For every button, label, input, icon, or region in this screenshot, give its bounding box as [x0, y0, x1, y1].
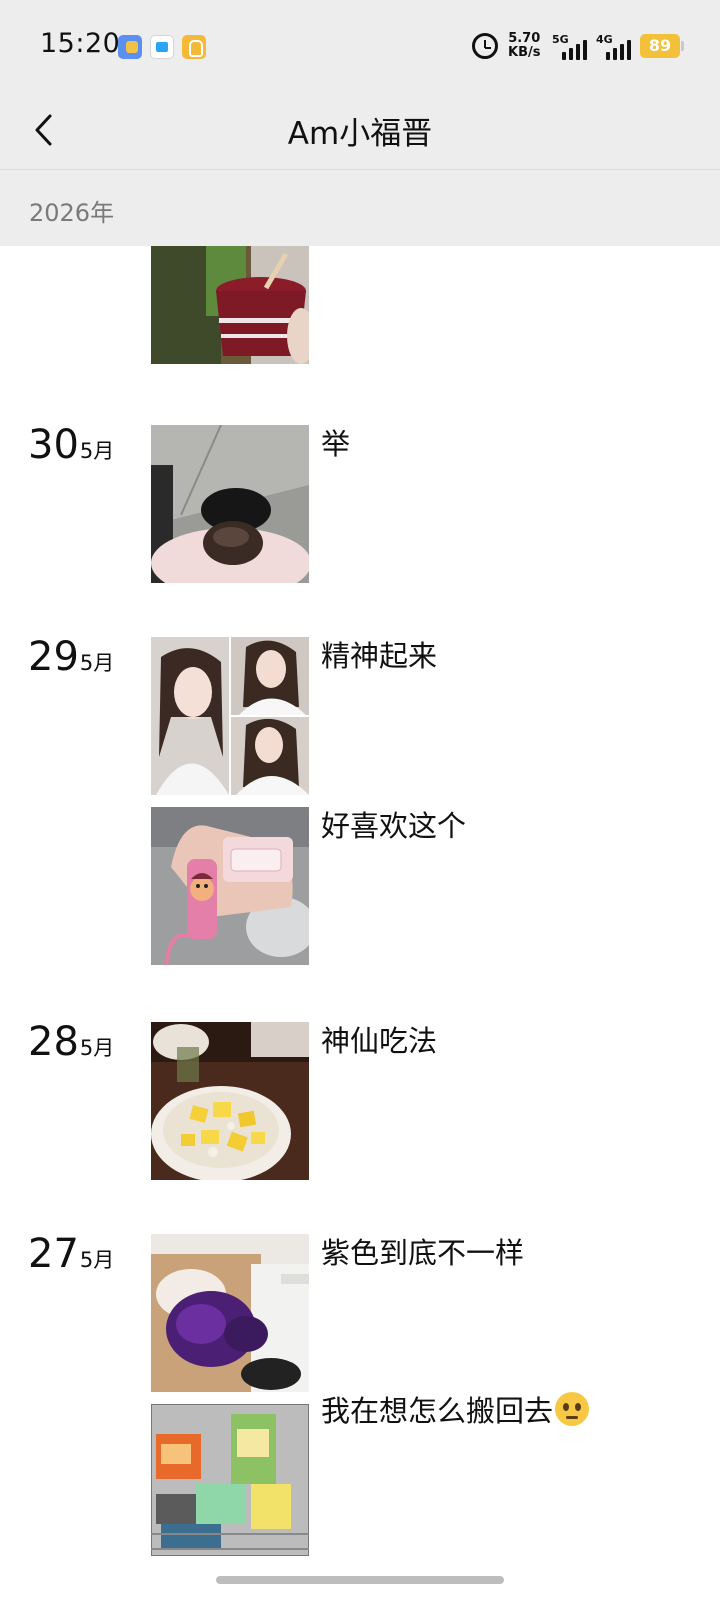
post-photo-purple-clothes[interactable]	[151, 1234, 309, 1392]
post-photo-pink-keychain[interactable]	[151, 807, 309, 965]
network-speed-unit: KB/s	[508, 45, 541, 60]
post-caption: 好喜欢这个	[321, 809, 467, 843]
post-day: 29	[28, 634, 79, 680]
page-title: Am小福晋	[287, 116, 433, 152]
post-caption: 举	[321, 427, 351, 461]
status-bar: 15:20 5.70 KB/s 5G 4G 89	[0, 0, 720, 92]
post-photo-ice-cream[interactable]	[151, 246, 309, 364]
post-month: 5月	[79, 1248, 115, 1272]
post-day: 30	[28, 422, 79, 468]
post-day: 28	[28, 1019, 79, 1065]
year-section-header: 2026年	[0, 170, 720, 246]
woozy-face-emoji-icon	[555, 1392, 590, 1426]
post-date: 295月	[28, 634, 114, 680]
top-nav-bar: Am小福晋	[0, 92, 720, 170]
moments-timeline[interactable]: 305月 举 295月 精神起来 好喜欢这个 285月 神仙吃法 275月 紫色…	[0, 246, 720, 1600]
post-month: 5月	[79, 439, 115, 463]
post-photo-mango-bowl[interactable]	[151, 1022, 309, 1180]
post-caption: 紫色到底不一样	[321, 1236, 525, 1270]
network-speed: 5.70 KB/s	[508, 32, 540, 60]
post-caption: 我在想怎么搬回去	[321, 1388, 590, 1430]
network-type-4g: 4G	[596, 33, 613, 46]
post-photo-selfie-from-above[interactable]	[151, 425, 309, 583]
app-notification-icon	[182, 35, 206, 59]
post-date: 275月	[28, 1231, 114, 1277]
battery-indicator: 89	[640, 34, 680, 58]
app-notification-icon	[118, 35, 142, 59]
home-indicator[interactable]	[216, 1576, 504, 1584]
post-day: 27	[28, 1231, 79, 1277]
status-time: 15:20	[40, 28, 121, 59]
post-caption-text: 我在想怎么搬回去	[321, 1394, 554, 1428]
post-photo-selfie-collage[interactable]	[151, 637, 309, 795]
year-label: 2026年	[29, 199, 115, 227]
app-notification-icon	[150, 35, 174, 59]
post-month: 5月	[79, 1036, 115, 1060]
post-photo-shopping-cart[interactable]	[151, 1404, 309, 1556]
post-caption: 精神起来	[321, 639, 438, 673]
network-type-5g: 5G	[552, 33, 569, 46]
network-speed-value: 5.70	[508, 31, 541, 46]
alarm-icon	[472, 33, 498, 59]
post-date: 285月	[28, 1019, 114, 1065]
post-date: 305月	[28, 422, 114, 468]
battery-cap	[681, 41, 684, 51]
post-caption: 神仙吃法	[321, 1024, 438, 1058]
post-month: 5月	[79, 651, 115, 675]
